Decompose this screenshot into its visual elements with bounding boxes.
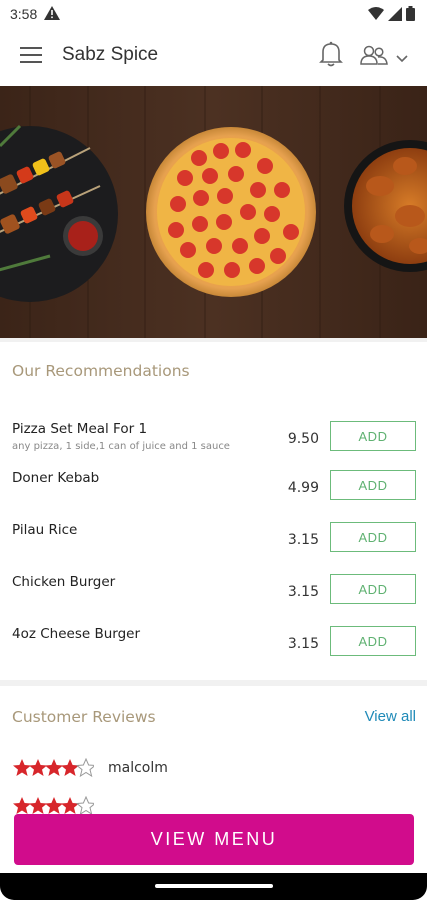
menu-item: Pilau Rice 3.15 ADD bbox=[0, 522, 427, 574]
item-price: 9.50 bbox=[287, 431, 319, 447]
app-bar: Sabz Spice bbox=[0, 28, 427, 84]
add-button[interactable]: ADD bbox=[330, 626, 416, 656]
menu-item: Pizza Set Meal For 1 any pizza, 1 side,1… bbox=[0, 421, 427, 473]
hero-food-image bbox=[0, 86, 427, 338]
add-button[interactable]: ADD bbox=[330, 574, 416, 604]
review-item: malcolm bbox=[12, 758, 168, 778]
system-navigation-bar bbox=[0, 873, 427, 900]
menu-item: Chicken Burger 3.15 ADD bbox=[0, 574, 427, 626]
item-price: 4.99 bbox=[287, 480, 319, 496]
status-icons bbox=[368, 6, 415, 26]
recommendations-title: Our Recommendations bbox=[12, 362, 190, 380]
bell-icon[interactable] bbox=[318, 40, 344, 73]
home-gesture-handle[interactable] bbox=[155, 884, 273, 888]
item-name: 4oz Cheese Burger bbox=[12, 626, 141, 642]
item-description: any pizza, 1 side,1 can of juice and 1 s… bbox=[12, 441, 230, 452]
battery-icon bbox=[406, 6, 415, 26]
chevron-down-icon[interactable] bbox=[396, 50, 408, 68]
item-name: Pilau Rice bbox=[12, 522, 78, 538]
star-rating bbox=[12, 758, 94, 778]
user-account-icon[interactable] bbox=[360, 44, 388, 71]
item-price: 3.15 bbox=[287, 636, 319, 652]
status-bar: 3:58 bbox=[0, 0, 427, 28]
signal-icon bbox=[388, 6, 402, 26]
hamburger-menu-icon[interactable] bbox=[20, 46, 42, 69]
item-price: 3.15 bbox=[287, 584, 319, 600]
warning-icon bbox=[44, 6, 60, 25]
review-item bbox=[12, 796, 108, 816]
star-icon bbox=[13, 758, 94, 778]
add-button[interactable]: ADD bbox=[330, 522, 416, 552]
section-divider bbox=[0, 680, 427, 686]
item-name: Doner Kebab bbox=[12, 470, 100, 486]
wifi-icon bbox=[368, 6, 384, 26]
section-divider bbox=[0, 338, 427, 342]
item-name: Chicken Burger bbox=[12, 574, 116, 590]
add-button[interactable]: ADD bbox=[330, 421, 416, 451]
item-name: Pizza Set Meal For 1 bbox=[12, 421, 148, 437]
status-time: 3:58 bbox=[10, 6, 38, 22]
reviews-title: Customer Reviews bbox=[12, 708, 156, 726]
reviewer-name: malcolm bbox=[108, 760, 168, 776]
restaurant-title: Sabz Spice bbox=[62, 44, 159, 65]
item-price: 3.15 bbox=[287, 532, 319, 548]
menu-item: Doner Kebab 4.99 ADD bbox=[0, 470, 427, 522]
star-rating bbox=[12, 796, 94, 816]
menu-item: 4oz Cheese Burger 3.15 ADD bbox=[0, 626, 427, 678]
view-all-reviews-link[interactable]: View all bbox=[365, 708, 416, 725]
add-button[interactable]: ADD bbox=[330, 470, 416, 500]
view-menu-button[interactable]: VIEW MENU bbox=[14, 814, 414, 865]
